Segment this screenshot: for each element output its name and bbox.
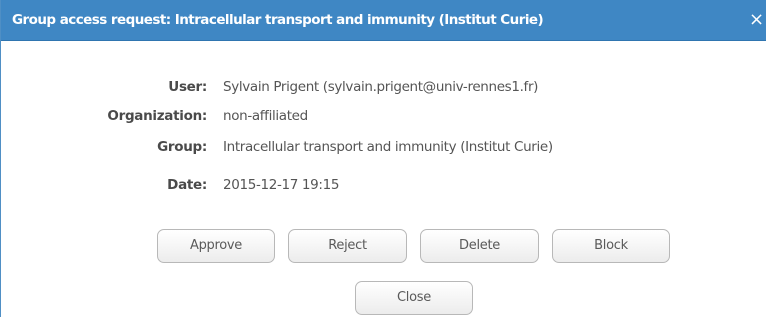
close-icon[interactable]: × <box>749 9 766 31</box>
user-label: User: <box>168 79 207 95</box>
delete-button[interactable]: Delete <box>420 229 539 263</box>
user-row: User: Sylvain Prigent (sylvain.prigent@u… <box>1 79 766 99</box>
approve-button[interactable]: Approve <box>157 229 275 263</box>
organization-label: Organization: <box>107 108 207 124</box>
user-value: Sylvain Prigent (sylvain.prigent@univ-re… <box>223 79 539 95</box>
dialog-titlebar: Group access request: Intracellular tran… <box>1 0 766 41</box>
dialog-title: Group access request: Intracellular tran… <box>12 12 544 28</box>
organization-row: Organization: non-affiliated <box>1 108 766 128</box>
date-row: Date: 2015-12-17 19:15 <box>1 177 766 197</box>
group-label: Group: <box>157 139 207 155</box>
group-access-request-dialog: Group access request: Intracellular tran… <box>0 0 766 317</box>
group-row: Group: Intracellular transport and immun… <box>1 139 766 159</box>
organization-value: non-affiliated <box>223 108 308 124</box>
group-value: Intracellular transport and immunity (In… <box>223 139 553 155</box>
date-value: 2015-12-17 19:15 <box>223 177 340 193</box>
date-label: Date: <box>167 177 207 193</box>
block-button[interactable]: Block <box>552 229 670 263</box>
reject-button[interactable]: Reject <box>288 229 407 263</box>
close-button[interactable]: Close <box>355 281 473 315</box>
